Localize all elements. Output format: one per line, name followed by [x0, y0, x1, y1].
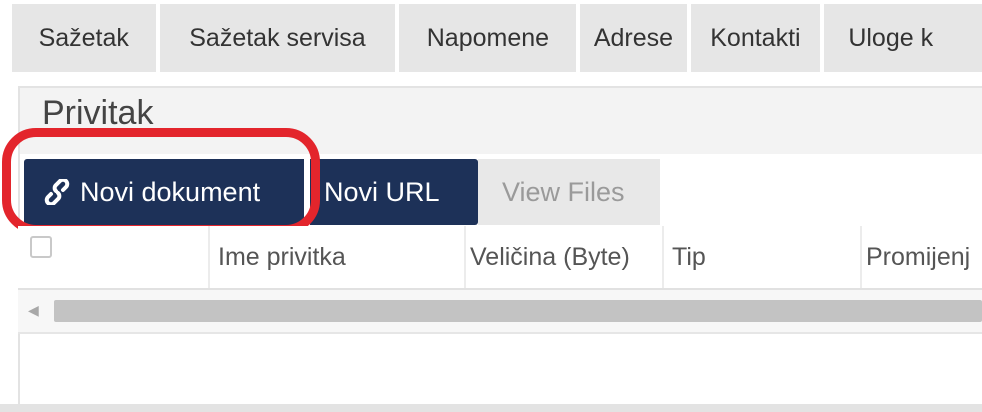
new-document-label: Novi dokument	[80, 176, 261, 207]
tab-kontakti[interactable]: Kontakti	[690, 4, 821, 72]
scrollbar-thumb[interactable]	[54, 300, 982, 322]
tab-napomene[interactable]: Napomene	[399, 4, 577, 72]
column-header-type[interactable]: Tip	[664, 226, 862, 288]
tab-uloge[interactable]: Uloge k	[824, 4, 982, 72]
view-files-button[interactable]: View Files	[478, 159, 660, 225]
select-all-column	[18, 226, 210, 288]
new-url-button[interactable]: Novi URL	[310, 159, 478, 225]
tab-sazetak-servisa[interactable]: Sažetak servisa	[159, 4, 396, 72]
scroll-left-arrow-icon[interactable]: ◀	[28, 302, 39, 319]
column-header-modified[interactable]: Promijenj	[862, 226, 982, 288]
select-all-checkbox[interactable]	[30, 236, 52, 258]
tab-sazetak[interactable]: Sažetak	[12, 4, 156, 72]
attachments-table-header: Ime privitka Veličina (Byte) Tip Promije…	[18, 226, 982, 290]
panel-bottom-border	[0, 404, 982, 412]
horizontal-scrollbar[interactable]: ◀	[18, 290, 982, 334]
tab-adrese[interactable]: Adrese	[580, 4, 687, 72]
panel-header: Privitak	[20, 88, 982, 154]
link-icon	[44, 179, 70, 205]
panel-title: Privitak	[42, 94, 154, 132]
column-header-size[interactable]: Veličina (Byte)	[466, 226, 664, 288]
new-document-button[interactable]: Novi dokument	[24, 159, 304, 225]
tab-bar: Sažetak Sažetak servisa Napomene Adrese …	[12, 4, 982, 72]
column-header-name[interactable]: Ime privitka	[210, 226, 466, 288]
attachment-toolbar: Novi dokument Novi URL View Files	[24, 158, 660, 226]
